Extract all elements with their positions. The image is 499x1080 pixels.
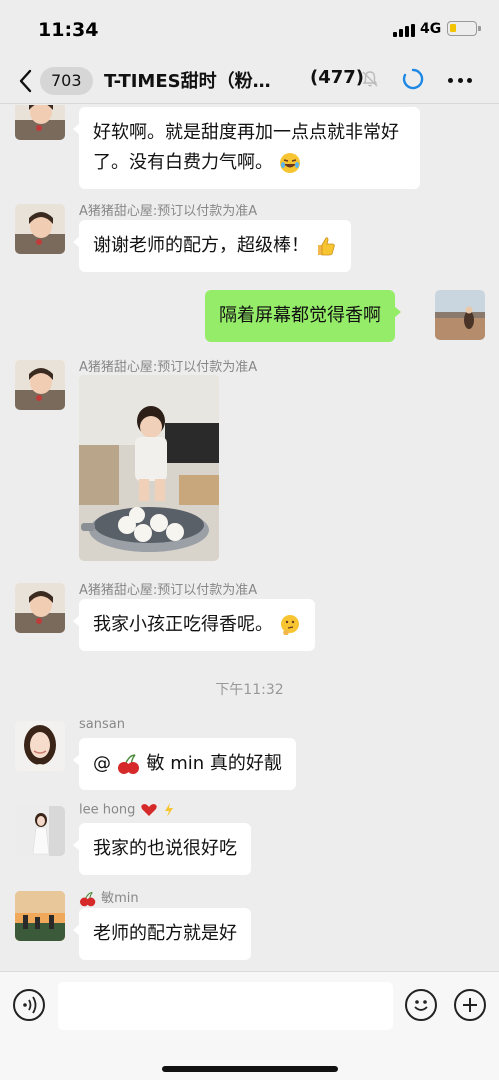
laughing-tears-emoji <box>279 153 300 173</box>
message-bubble[interactable]: @ 敏 min 真的好靓 <box>73 738 296 790</box>
voice-icon <box>23 996 37 1014</box>
message-bubble[interactable]: 我家小孩正吃得香呢。 <box>73 599 315 651</box>
message-text: 谢谢老师的配方，超级棒！ <box>93 235 309 256</box>
message-timestamp: 下午11:32 <box>215 682 284 698</box>
sender-name: A猪猪甜心屋:预订以付款为准A <box>79 360 258 375</box>
unread-count-badge: 703 <box>40 67 93 95</box>
home-indicator <box>162 1066 338 1072</box>
thinking-emoji <box>280 615 299 635</box>
message-input[interactable] <box>58 982 393 1030</box>
status-bar: 11:34 4G <box>0 0 499 56</box>
message-bubble-self[interactable]: 隔着屏幕都觉得香啊 <box>205 290 401 342</box>
avatar[interactable] <box>15 360 65 410</box>
image-message[interactable] <box>79 375 219 561</box>
status-time: 11:34 <box>38 19 99 41</box>
message-list[interactable]: 好软啊。就是甜度再加一点点就非常好了。没有白费力气啊。 A猪猪甜心屋:预订以付款… <box>0 105 499 971</box>
sender-name: lee hong <box>79 802 180 818</box>
avatar[interactable] <box>15 806 65 856</box>
network-label: 4G <box>420 21 442 37</box>
cherry-emoji <box>80 891 96 906</box>
message-bubble[interactable]: 谢谢老师的配方，超级棒！ <box>73 220 351 272</box>
sender-name: 敏min <box>79 887 139 907</box>
chat-header: 703 T-TIMES甜时（粉… (477) <box>0 56 499 104</box>
self-avatar[interactable] <box>435 290 485 340</box>
plus-icon <box>463 998 477 1012</box>
voice-input-button[interactable] <box>13 989 45 1021</box>
sync-loading-icon[interactable] <box>402 68 424 90</box>
sender-name-text: lee hong <box>79 802 136 818</box>
sender-name: A猪猪甜心屋:预订以付款为准A <box>79 583 258 598</box>
sender-name: A猪猪甜心屋:预订以付款为准A <box>79 204 258 219</box>
heart-lightning-emoji <box>140 803 173 817</box>
message-text: 隔着屏幕都觉得香啊 <box>219 305 381 326</box>
avatar[interactable] <box>15 891 65 941</box>
more-actions-button[interactable] <box>454 989 486 1021</box>
message-text: 好软啊。就是甜度再加一点点就非常好了。没有白费力气啊。 <box>93 122 399 173</box>
cherry-emoji <box>117 754 139 774</box>
avatar[interactable] <box>15 721 65 771</box>
signal-icon <box>393 24 417 37</box>
message-bubble[interactable]: 老师的配方就是好 <box>73 908 251 960</box>
avatar[interactable] <box>15 583 65 633</box>
thumbs-up-emoji <box>317 237 335 256</box>
sender-name-text: 敏min <box>101 891 139 906</box>
chat-title[interactable]: T-TIMES甜时（粉… <box>104 67 271 93</box>
member-count: (477) <box>310 67 365 88</box>
mute-bell-icon <box>362 71 378 87</box>
mention-at: @ <box>93 753 111 774</box>
message-bubble[interactable]: 我家的也说很好吃 <box>73 823 251 875</box>
message-text: 我家小孩正吃得香呢。 <box>93 614 273 635</box>
battery-icon <box>447 21 481 36</box>
sender-name: sansan <box>79 717 125 732</box>
more-options-icon[interactable] <box>448 70 472 90</box>
message-bubble[interactable]: 好软啊。就是甜度再加一点点就非常好了。没有白费力气啊。 <box>73 107 420 189</box>
smiley-icon <box>414 1000 428 1011</box>
avatar[interactable] <box>15 105 65 140</box>
avatar[interactable] <box>15 204 65 254</box>
input-bar <box>0 971 499 1080</box>
back-button[interactable]: 703 <box>18 66 98 96</box>
emoji-button[interactable] <box>405 989 437 1021</box>
message-text: 敏 min 真的好靓 <box>146 753 282 774</box>
message-text: 老师的配方就是好 <box>93 923 237 944</box>
message-text: 我家的也说很好吃 <box>93 838 237 859</box>
chevron-left-icon <box>19 69 32 93</box>
